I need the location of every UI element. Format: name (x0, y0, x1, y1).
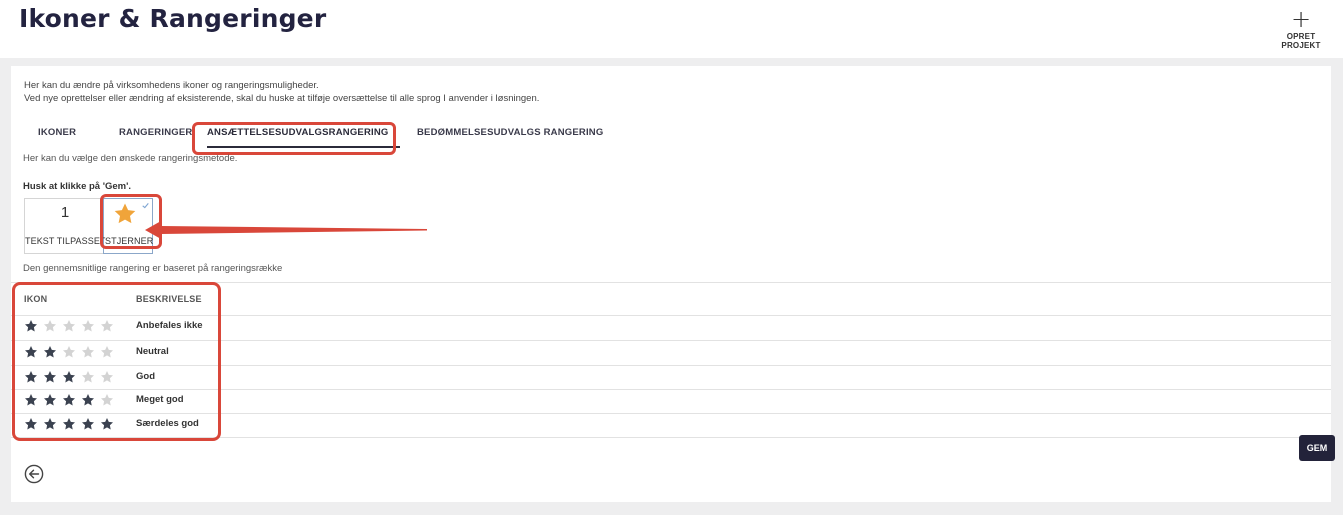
option-text-label: TEKST TILPASSET (25, 236, 106, 246)
page-title: Ikoner & Rangeringer (19, 4, 327, 33)
create-project-label: OPRET PROJEKT (1281, 32, 1321, 50)
intro-line-1: Her kan du ændre på virksomhedens ikoner… (24, 80, 319, 91)
average-note: Den gennemsnitlige rangering er baseret … (23, 263, 283, 274)
tab-bedoemmelsesudvalgs-rangering[interactable]: BEDØMMELSESUDVALGS RANGERING (417, 127, 603, 138)
plus-icon: + (1290, 5, 1312, 33)
option-text-number: 1 (60, 204, 70, 221)
arrow-annotation (145, 221, 427, 239)
intro-text: Her kan du ændre på virksomhedens ikoner… (24, 79, 539, 105)
save-button[interactable]: GEM (1299, 435, 1335, 461)
highlight-rating-table (12, 282, 221, 441)
create-project-button[interactable]: + OPRET PROJEKT (1266, 5, 1336, 50)
help-text: Her kan du vælge den ønskede rangeringsm… (23, 153, 238, 164)
tab-ikoner[interactable]: IKONER (38, 127, 76, 138)
settings-card: Her kan du ændre på virksomhedens ikoner… (11, 66, 1335, 502)
intro-line-2: Ved nye oprettelser eller ændring af eks… (24, 93, 540, 104)
back-arrow-icon[interactable] (24, 464, 44, 484)
tab-rangeringer[interactable]: RANGERINGER (119, 127, 192, 138)
top-bar: Ikoner & Rangeringer + OPRET PROJEKT (0, 0, 1343, 58)
remember-save-text: Husk at klikke på 'Gem'. (23, 181, 132, 192)
highlight-active-tab (192, 122, 396, 155)
